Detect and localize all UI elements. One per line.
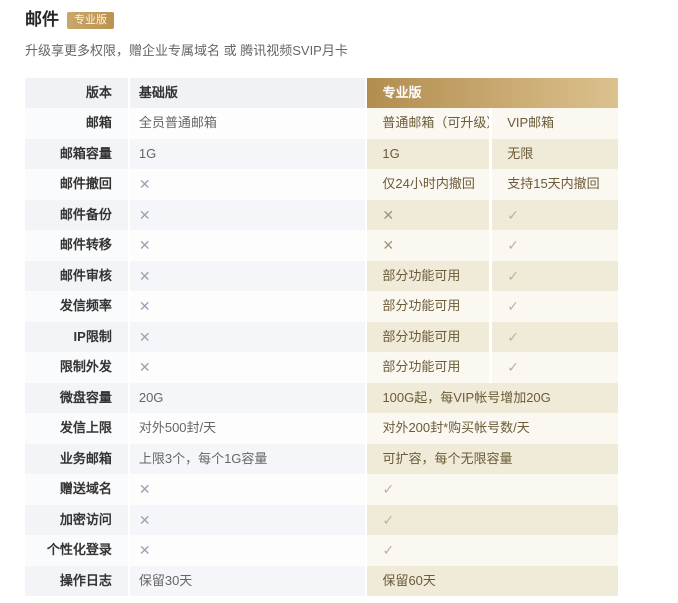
table-row: 限制外发✕部分功能可用✓ xyxy=(25,352,618,383)
basic-value: ✕ xyxy=(130,352,366,383)
table-row: 邮件审核✕部分功能可用✓ xyxy=(25,261,618,292)
feature-comparison-page: 邮件 专业版 升级享更多权限，赠企业专属域名 或 腾讯视频SVIP月卡 版本 基… xyxy=(0,0,678,603)
pro-standard-value: ✕ xyxy=(367,230,489,261)
basic-value: ✕ xyxy=(130,535,366,566)
feature-label: 发信频率 xyxy=(25,291,128,322)
pro-vip-value: ✓ xyxy=(492,352,618,383)
basic-value: 对外500封/天 xyxy=(130,413,366,444)
pro-value: 保留60天 xyxy=(367,566,618,597)
table-row: 微盘容量20G100G起，每VIP帐号增加20G xyxy=(25,383,618,414)
basic-value: ✕ xyxy=(130,505,366,536)
column-header-pro: 专业版 xyxy=(367,78,618,108)
upgrade-subtitle: 升级享更多权限，赠企业专属域名 或 腾讯视频SVIP月卡 xyxy=(25,40,625,59)
pro-vip-value: ✓ xyxy=(492,230,618,261)
feature-label: 邮件转移 xyxy=(25,230,128,261)
pro-value: ✓ xyxy=(367,535,618,566)
pro-version-badge: 专业版 xyxy=(67,12,114,29)
pro-standard-value: ✕ xyxy=(367,200,489,231)
basic-value: 20G xyxy=(130,383,366,414)
table-row: 邮件转移✕✕✓ xyxy=(25,230,618,261)
basic-value: ✕ xyxy=(130,200,366,231)
feature-label: 限制外发 xyxy=(25,352,128,383)
page-header: 邮件 专业版 升级享更多权限，赠企业专属域名 或 腾讯视频SVIP月卡 xyxy=(25,10,625,59)
table-body: 邮箱全员普通邮箱普通邮箱（可升级）VIP邮箱邮箱容量1G1G无限邮件撤回✕仅24… xyxy=(25,108,618,596)
pro-standard-value: 部分功能可用 xyxy=(367,291,489,322)
pro-vip-value: ✓ xyxy=(492,200,618,231)
page-title: 邮件 xyxy=(25,10,59,30)
table-row: 操作日志保留30天保留60天 xyxy=(25,566,618,597)
table-header-row: 版本 基础版 专业版 xyxy=(25,78,618,108)
table-row: 邮件撤回✕仅24小时内撤回支持15天内撤回 xyxy=(25,169,618,200)
table-row: 发信上限对外500封/天对外200封*购买帐号数/天 xyxy=(25,413,618,444)
pro-value: 100G起，每VIP帐号增加20G xyxy=(367,383,618,414)
table-row: 邮箱容量1G1G无限 xyxy=(25,139,618,170)
feature-label: 发信上限 xyxy=(25,413,128,444)
basic-value: ✕ xyxy=(130,291,366,322)
pro-vip-value: 支持15天内撤回 xyxy=(492,169,618,200)
pro-vip-value: ✓ xyxy=(492,261,618,292)
feature-label: 邮件备份 xyxy=(25,200,128,231)
pro-standard-value: 普通邮箱（可升级） xyxy=(367,108,489,139)
column-header-basic: 基础版 xyxy=(130,78,366,108)
basic-value: 1G xyxy=(130,139,366,170)
basic-value: 保留30天 xyxy=(130,566,366,597)
pro-vip-value: ✓ xyxy=(492,291,618,322)
table-row: 加密访问✕✓ xyxy=(25,505,618,536)
feature-label: 操作日志 xyxy=(25,566,128,597)
feature-label: 邮件审核 xyxy=(25,261,128,292)
feature-label: 个性化登录 xyxy=(25,535,128,566)
basic-value: 上限3个，每个1G容量 xyxy=(130,444,366,475)
basic-value: ✕ xyxy=(130,322,366,353)
pro-value: ✓ xyxy=(367,474,618,505)
pro-standard-value: 仅24小时内撤回 xyxy=(367,169,489,200)
pro-value: 对外200封*购买帐号数/天 xyxy=(367,413,618,444)
basic-value: ✕ xyxy=(130,261,366,292)
table-row: IP限制✕部分功能可用✓ xyxy=(25,322,618,353)
feature-label: 业务邮箱 xyxy=(25,444,128,475)
pro-value: ✓ xyxy=(367,505,618,536)
feature-label: 微盘容量 xyxy=(25,383,128,414)
pro-standard-value: 1G xyxy=(367,139,489,170)
basic-value: ✕ xyxy=(130,169,366,200)
table-row: 邮件备份✕✕✓ xyxy=(25,200,618,231)
table-row: 发信频率✕部分功能可用✓ xyxy=(25,291,618,322)
basic-value: 全员普通邮箱 xyxy=(130,108,366,139)
table-row: 业务邮箱上限3个，每个1G容量可扩容，每个无限容量 xyxy=(25,444,618,475)
feature-label: 赠送域名 xyxy=(25,474,128,505)
feature-label: IP限制 xyxy=(25,322,128,353)
column-header-version: 版本 xyxy=(25,78,128,108)
pro-vip-value: ✓ xyxy=(492,322,618,353)
pro-vip-value: 无限 xyxy=(492,139,618,170)
pro-vip-value: VIP邮箱 xyxy=(492,108,618,139)
basic-value: ✕ xyxy=(130,230,366,261)
feature-label: 邮箱容量 xyxy=(25,139,128,170)
basic-value: ✕ xyxy=(130,474,366,505)
pro-standard-value: 部分功能可用 xyxy=(367,322,489,353)
pro-value: 可扩容，每个无限容量 xyxy=(367,444,618,475)
feature-label: 加密访问 xyxy=(25,505,128,536)
table-row: 邮箱全员普通邮箱普通邮箱（可升级）VIP邮箱 xyxy=(25,108,618,139)
table-row: 赠送域名✕✓ xyxy=(25,474,618,505)
comparison-table: 版本 基础版 专业版 邮箱全员普通邮箱普通邮箱（可升级）VIP邮箱邮箱容量1G1… xyxy=(25,78,618,596)
table-row: 个性化登录✕✓ xyxy=(25,535,618,566)
pro-standard-value: 部分功能可用 xyxy=(367,261,489,292)
pro-standard-value: 部分功能可用 xyxy=(367,352,489,383)
feature-label: 邮件撤回 xyxy=(25,169,128,200)
feature-label: 邮箱 xyxy=(25,108,128,139)
